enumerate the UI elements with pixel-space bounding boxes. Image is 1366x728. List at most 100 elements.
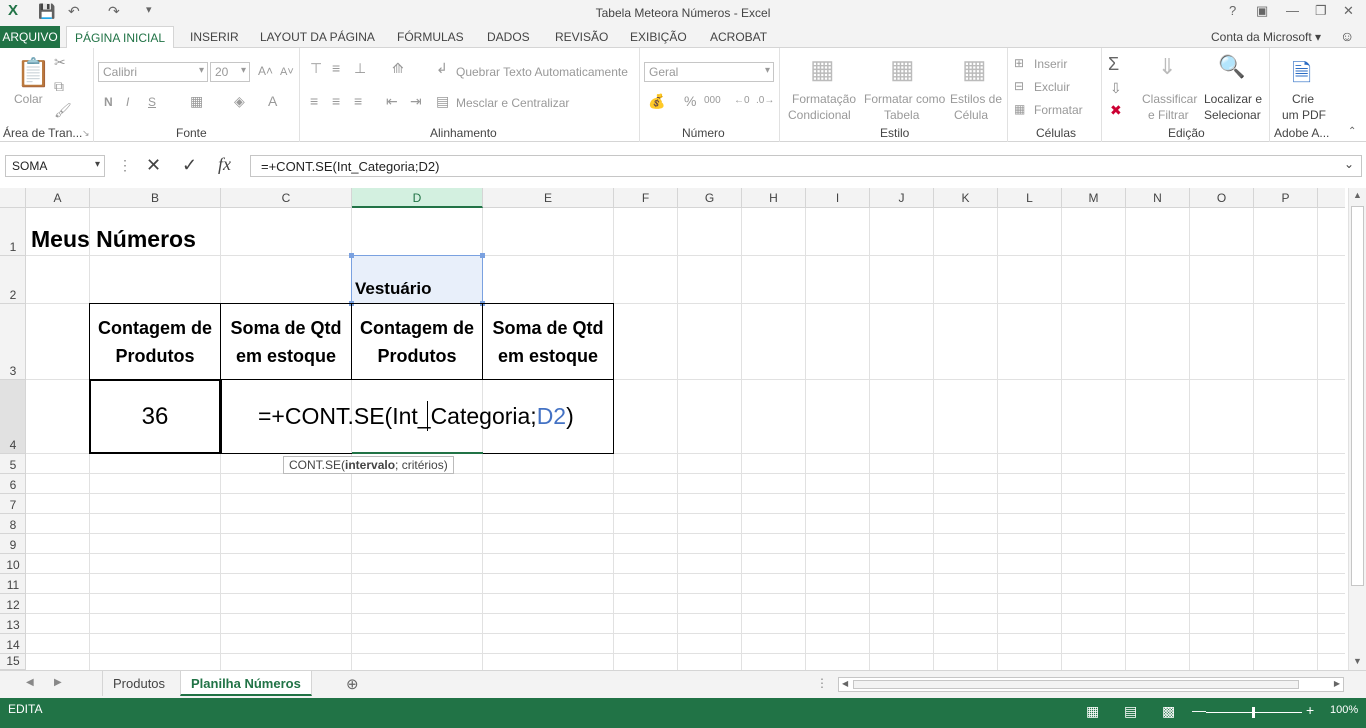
increase-decimal-icon[interactable]: ←0 [734, 95, 750, 106]
format-cells-button[interactable]: Formatar [1034, 103, 1083, 118]
conditional-format-line1[interactable]: Formatação [792, 92, 856, 107]
function-tooltip[interactable]: CONT.SE(intervalo; critérios) [283, 456, 454, 474]
cell-c4-formula[interactable]: =+CONT.SE(Int_Categoria;D2) [258, 403, 574, 430]
cell-styles-line1[interactable]: Estilos de [950, 92, 1002, 107]
create-pdf-line1[interactable]: Crie [1292, 92, 1314, 107]
prev-sheet-icon[interactable]: ◀ [26, 677, 34, 688]
col-header-n[interactable]: N [1126, 188, 1190, 208]
tab-dados[interactable]: DADOS [487, 30, 530, 44]
align-left-icon[interactable]: ≡ [310, 93, 318, 109]
create-pdf-icon[interactable]: 🗎 [1292, 56, 1311, 97]
number-format-combo[interactable]: Geral [644, 62, 774, 82]
sort-filter-line2[interactable]: e Filtrar [1148, 108, 1189, 123]
formula-input[interactable]: =+CONT.SE(Int_Categoria;D2) [250, 155, 1362, 177]
font-name-combo[interactable]: Calibri [98, 62, 208, 82]
tab-acrobat[interactable]: ACROBAT [710, 30, 767, 44]
expand-formula-icon[interactable]: ⌄ [1344, 157, 1354, 171]
sort-filter-icon[interactable]: ⇓ [1158, 54, 1176, 80]
row-header-7[interactable]: 7 [0, 494, 26, 514]
sheet-tab-produtos[interactable]: Produtos [102, 671, 175, 696]
insert-cells-icon[interactable]: ⊞ [1014, 56, 1024, 70]
create-pdf-line2[interactable]: um PDF [1282, 108, 1326, 123]
conditional-format-line2[interactable]: Condicional [788, 108, 851, 123]
worksheet-grid[interactable]: A B C D E F G H I J K L M N O P 1 2 3 4 … [0, 188, 1348, 670]
close-icon[interactable]: ✕ [1343, 3, 1354, 19]
autosum-icon[interactable]: Σ [1108, 54, 1119, 75]
format-cells-icon[interactable]: ▦ [1014, 102, 1025, 116]
tab-arquivo[interactable]: ARQUIVO [0, 26, 60, 48]
row-header-2[interactable]: 2 [0, 256, 26, 304]
cell-b4[interactable]: 36 [89, 379, 221, 454]
vertical-scrollbar[interactable]: ▲ ▼ [1348, 188, 1366, 670]
col-header-m[interactable]: M [1062, 188, 1126, 208]
format-table-line2[interactable]: Tabela [884, 108, 919, 123]
smiley-icon[interactable]: ☺ [1340, 28, 1354, 44]
col-header-l[interactable]: L [998, 188, 1062, 208]
row-header-14[interactable]: 14 [0, 634, 26, 654]
help-icon[interactable]: ? [1229, 3, 1236, 18]
ref-handle[interactable] [480, 253, 485, 258]
shrink-font-icon[interactable]: A˅ [280, 66, 294, 78]
cell-b3[interactable]: Contagem de Produtos [89, 303, 221, 380]
horizontal-scroll-thumb[interactable] [853, 680, 1299, 689]
bold-button[interactable]: N [104, 95, 113, 110]
align-middle-icon[interactable]: ≡ [332, 60, 340, 76]
format-table-icon[interactable]: ▦ [890, 54, 915, 85]
tab-pagina-inicial[interactable]: PÁGINA INICIAL [66, 26, 175, 49]
cell-d2[interactable]: Vestuário [355, 279, 432, 299]
find-select-icon[interactable]: 🔍 [1218, 54, 1245, 80]
decrease-decimal-icon[interactable]: .0→ [756, 95, 774, 106]
merge-icon[interactable]: ▤ [436, 93, 449, 110]
cell-d3[interactable]: Contagem de Produtos [351, 303, 483, 380]
row-header-12[interactable]: 12 [0, 594, 26, 614]
find-select-line2[interactable]: Selecionar [1204, 108, 1261, 123]
col-header-p[interactable]: P [1254, 188, 1318, 208]
delete-cells-icon[interactable]: ⊟ [1014, 79, 1024, 93]
col-header-c[interactable]: C [221, 188, 352, 208]
cancel-icon[interactable]: ✕ [146, 155, 161, 176]
cell-c3[interactable]: Soma de Qtd em estoque [220, 303, 352, 380]
col-header-o[interactable]: O [1190, 188, 1254, 208]
zoom-in-icon[interactable]: + [1306, 702, 1314, 718]
align-right-icon[interactable]: ≡ [354, 93, 362, 109]
cell-e3[interactable]: Soma de Qtd em estoque [482, 303, 614, 380]
new-sheet-icon[interactable]: ⊕ [346, 675, 359, 693]
cell-styles-line2[interactable]: Célula [954, 108, 988, 123]
col-header-k[interactable]: K [934, 188, 998, 208]
row-header-1[interactable]: 1 [0, 208, 26, 256]
align-center-icon[interactable]: ≡ [332, 93, 340, 109]
delete-cells-button[interactable]: Excluir [1034, 80, 1070, 95]
clipboard-launcher-icon[interactable]: ↘ [82, 128, 90, 139]
enter-icon[interactable]: ✓ [182, 155, 197, 176]
merge-button[interactable]: Mesclar e Centralizar [456, 96, 569, 111]
col-header-b[interactable]: B [90, 188, 221, 208]
tab-exibicao[interactable]: EXIBIÇÃO [630, 30, 687, 44]
align-top-icon[interactable]: ⊤ [310, 60, 322, 77]
format-table-line1[interactable]: Formatar como [864, 92, 945, 107]
wrap-text-button[interactable]: Quebrar Texto Automaticamente [456, 65, 628, 80]
row-header-10[interactable]: 10 [0, 554, 26, 574]
increase-indent-icon[interactable]: ⇥ [410, 93, 422, 110]
paste-icon[interactable]: 📋 [16, 56, 51, 89]
borders-icon[interactable]: ▦ [190, 93, 203, 110]
page-layout-view-icon[interactable]: ▤ [1124, 703, 1137, 720]
cell-a1[interactable]: Meus Números [31, 226, 196, 253]
next-sheet-icon[interactable]: ▶ [54, 677, 62, 688]
scroll-up-icon[interactable]: ▲ [1353, 190, 1362, 200]
insert-cells-button[interactable]: Inserir [1034, 57, 1067, 72]
zoom-level[interactable]: 100% [1330, 704, 1358, 716]
scroll-right-icon[interactable]: ▶ [1334, 679, 1340, 688]
align-bottom-icon[interactable]: ⊥ [354, 60, 366, 77]
clear-icon[interactable]: ✖ [1110, 102, 1122, 119]
col-header-e[interactable]: E [483, 188, 614, 208]
format-painter-icon[interactable]: 🖌 [54, 102, 72, 119]
wrap-text-icon[interactable]: ↲ [436, 60, 448, 77]
row-header-4[interactable]: 4 [0, 380, 26, 454]
row-header-13[interactable]: 13 [0, 614, 26, 634]
row-header-3[interactable]: 3 [0, 304, 26, 380]
grow-font-icon[interactable]: A˄ [258, 64, 273, 78]
orientation-icon[interactable]: ⟰ [392, 60, 404, 77]
find-select-line1[interactable]: Localizar e [1204, 92, 1262, 107]
font-color-icon[interactable]: A [268, 93, 277, 109]
fill-color-icon[interactable]: ◈ [234, 93, 245, 110]
